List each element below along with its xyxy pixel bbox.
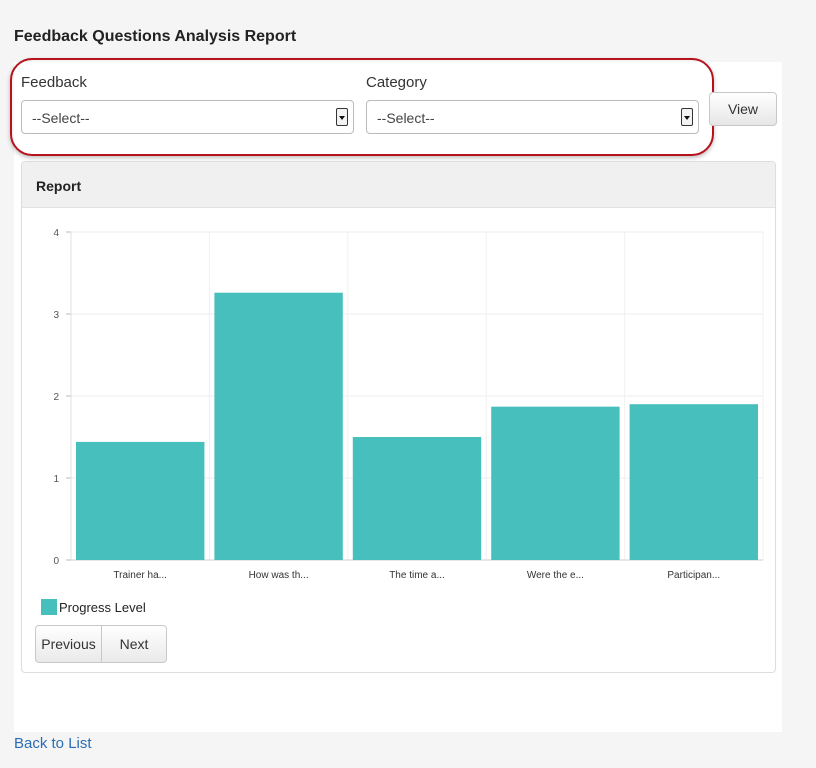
bar <box>76 441 205 560</box>
category-select-value: --Select-- <box>377 110 435 126</box>
bar <box>214 292 343 560</box>
x-tick-label: The time a... <box>389 570 445 581</box>
y-tick-label: 3 <box>53 310 59 321</box>
x-tick-label: Participan... <box>667 570 720 581</box>
bar <box>629 404 758 560</box>
bar <box>352 437 482 560</box>
report-panel-title: Report <box>22 162 775 208</box>
chevron-down-icon[interactable] <box>681 108 693 126</box>
y-tick-label: 4 <box>53 228 59 239</box>
report-panel: Report 0 1 2 3 4 Trainer ha... How was th... Th… <box>21 161 776 673</box>
y-tick-label: 2 <box>53 392 59 403</box>
previous-button[interactable]: Previous <box>36 626 102 662</box>
next-button[interactable]: Next <box>102 626 166 662</box>
chart-legend: Progress Level <box>41 599 146 615</box>
chevron-down-icon[interactable] <box>336 108 348 126</box>
y-tick-label: 0 <box>53 556 59 567</box>
pager: Previous Next <box>35 625 167 663</box>
category-label: Category <box>366 74 427 91</box>
report-chart: 0 1 2 3 4 Trainer ha... How was th... The time … <box>53 228 764 581</box>
back-to-list-link[interactable]: Back to List <box>14 735 92 752</box>
x-tick-label: Trainer ha... <box>113 570 167 581</box>
page-title: Feedback Questions Analysis Report <box>14 28 297 45</box>
category-select[interactable]: --Select-- <box>366 100 699 134</box>
view-button[interactable]: View <box>709 92 777 126</box>
feedback-select-value: --Select-- <box>32 110 90 126</box>
bar <box>491 406 620 560</box>
feedback-label: Feedback <box>21 74 87 91</box>
x-tick-label: How was th... <box>249 570 309 581</box>
x-tick-label: Were the e... <box>527 570 584 581</box>
legend-label: Progress Level <box>59 599 146 615</box>
y-tick-label: 1 <box>53 474 59 485</box>
legend-swatch <box>41 599 57 615</box>
feedback-select[interactable]: --Select-- <box>21 100 354 134</box>
